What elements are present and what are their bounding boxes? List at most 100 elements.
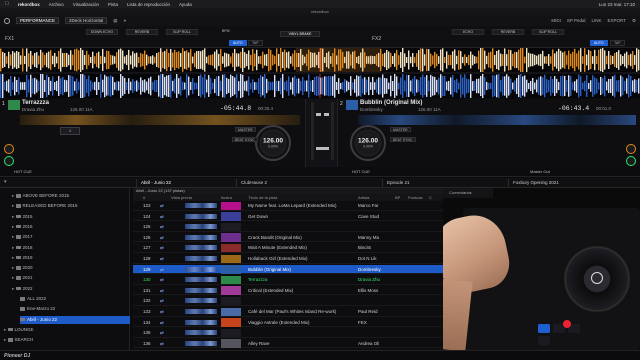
deck-b-play-button[interactable] (626, 156, 636, 166)
preview-waveform[interactable] (185, 245, 217, 251)
master-out-label[interactable]: Master Out (530, 169, 550, 174)
deck-b-sync-button[interactable]: BEAT SYNC (390, 137, 416, 142)
deck-a-jog[interactable]: 126.00 0.00% (255, 125, 291, 161)
fx2-slot-3[interactable]: SLIP ROLL (532, 29, 564, 35)
deck-b-master-button[interactable]: MASTER (390, 127, 411, 132)
expand-arrow-icon[interactable]: ▸ (12, 214, 16, 219)
preview-waveform[interactable] (185, 287, 217, 293)
settings-icon[interactable]: ⚙ (632, 17, 636, 24)
preview-waveform[interactable] (185, 213, 217, 219)
layout-selector[interactable]: 2Deck Horizontal (65, 17, 108, 24)
tree-item[interactable]: ▸ LOUNGE (4, 326, 130, 334)
expand-arrow-icon[interactable]: ▸ (12, 265, 16, 270)
deck-a-loop-length[interactable]: 4 (60, 127, 80, 135)
tree-item[interactable]: ▸ 2018 (12, 244, 130, 252)
track-row[interactable]: 134 ⇄ Viaggio Astrale (Extended Mix) FEX (133, 318, 443, 328)
track-row[interactable]: 135 ⇄ (133, 328, 443, 338)
track-row[interactable]: 129 ⇄ Bubblin (Original Mix) Dombresky (133, 264, 443, 275)
deck-a-channel-fader[interactable] (316, 113, 321, 116)
fx2-slot-2[interactable]: REVERB (492, 29, 524, 35)
tree-item[interactable]: ▸ SEARCH (4, 336, 130, 344)
expand-arrow-icon[interactable]: ▸ (4, 337, 8, 342)
fx2-tap-button[interactable]: TAP (610, 40, 625, 46)
expand-arrow-icon[interactable]: ▸ (12, 224, 16, 229)
deck-b-cue-button[interactable] (626, 144, 636, 154)
center-fx-slot[interactable]: VINYL BRAKE (280, 31, 320, 37)
track-row[interactable]: 128 ⇄ Hollaback Girl (Extended Mix) Dot N L… (133, 254, 443, 264)
preview-waveform[interactable] (185, 277, 217, 283)
tree-item[interactable]: ▸ 2020 (12, 264, 130, 272)
fx1-slot-3[interactable]: SLIP ROLL (166, 29, 198, 35)
track-row[interactable]: 126 ⇄ Crack Bandit (Original Mix) Manny Ma (133, 233, 443, 243)
track-row[interactable]: 132 ⇄ (133, 296, 443, 306)
col-rating[interactable]: Puntuac (408, 194, 423, 201)
tab-clubhause[interactable]: ClubHause 2 (236, 179, 330, 187)
preview-waveform[interactable] (185, 319, 217, 325)
deck-a-cue-button[interactable] (4, 144, 14, 154)
preview-waveform[interactable] (185, 234, 217, 240)
fx1-auto-button[interactable]: AUTO (229, 40, 247, 46)
deck-b-hotcue-label[interactable]: HOT CUE (352, 169, 370, 174)
col-preview[interactable]: Vista previa (171, 194, 192, 201)
col-artist[interactable]: Artista (358, 194, 369, 201)
fx2-slot-1[interactable]: ECHO (452, 29, 484, 35)
col-color[interactable]: C (429, 194, 432, 201)
toolbar-link[interactable]: LINK (592, 17, 602, 24)
tree-item[interactable]: ▸ RELEASED BEFORE 2015 (12, 202, 130, 210)
tree-item[interactable]: ▸ 2015 (12, 213, 130, 221)
tree-item[interactable]: ▸ 2016 (12, 223, 130, 231)
toolbar-midi[interactable]: MIDI (551, 17, 561, 24)
crossfader[interactable] (316, 147, 329, 150)
expand-arrow-icon[interactable]: ▸ (12, 275, 16, 280)
fx2-auto-button[interactable]: AUTO (590, 40, 608, 46)
preview-waveform[interactable] (185, 298, 217, 304)
preview-waveform[interactable] (185, 340, 217, 346)
fx1-slot-1[interactable]: DOWN ECHO (86, 29, 118, 35)
tree-item[interactable]: ▸ 2021 (12, 274, 130, 282)
col-artwork[interactable]: Ilustra (221, 194, 232, 201)
expand-arrow-icon[interactable]: ▸ (12, 245, 16, 250)
tab-foxbury[interactable]: Foxbury Opening 2021 (508, 179, 638, 187)
tree-item[interactable]: Ene-Marzo 22 (20, 305, 130, 313)
menu-lista[interactable]: Lista de reproducción (127, 2, 170, 7)
expand-arrow-icon[interactable]: ▸ (12, 286, 16, 291)
deck-a-sync-button[interactable]: BEAT SYNC (232, 137, 258, 142)
track-row[interactable]: 124 ⇄ Get Down Cave Stud (133, 212, 443, 222)
record-icon[interactable]: ● (124, 18, 127, 23)
browser-collapse-icon[interactable]: ▾ (4, 179, 7, 185)
menu-ayuda[interactable]: Ayuda (179, 2, 192, 7)
preview-waveform[interactable] (185, 309, 217, 314)
tree-item[interactable]: ▸ ABOVE BEFORE 2015 (12, 192, 130, 200)
apple-icon[interactable]:  (5, 1, 9, 7)
tree-item[interactable]: ▸ 2022 (12, 285, 130, 293)
tree-item[interactable]: ALL 2022 (20, 295, 130, 303)
deck-b-overview-waveform[interactable] (358, 115, 636, 125)
track-row[interactable]: 127 ⇄ Wait A Minute (Extended Mix) Biscits (133, 243, 443, 253)
preview-waveform[interactable] (185, 266, 217, 272)
deck-a-master-button[interactable]: MASTER (235, 127, 256, 132)
deck-a-overview-waveform[interactable] (20, 115, 300, 125)
preview-waveform[interactable] (185, 203, 217, 208)
toolbar-export[interactable]: EXPORT (608, 17, 626, 24)
menu-pista[interactable]: Pista (108, 2, 118, 7)
tab-abril-junio[interactable]: Abril - Junio 22 (136, 179, 236, 187)
track-row[interactable]: 133 ⇄ Café del Mar (Paul's Whites Island R… (133, 307, 443, 317)
col-bpm[interactable]: BP (395, 194, 400, 201)
expand-arrow-icon[interactable]: ▸ (12, 193, 16, 198)
deck-b-channel-fader[interactable] (324, 113, 329, 116)
expand-arrow-icon[interactable]: ▸ (12, 234, 16, 239)
track-row[interactable]: 131 ⇄ Critical (Extended Mix) Ellis Moss (133, 286, 443, 296)
tab-episode[interactable]: Episode 21 (382, 179, 476, 187)
preview-waveform[interactable] (185, 224, 217, 230)
col-title[interactable]: Título de la pista (248, 194, 277, 201)
deck-b-jog[interactable]: 126.00 0.00% (350, 125, 386, 161)
tree-item[interactable]: ▸ 2017 (12, 233, 130, 241)
expand-arrow-icon[interactable]: ▸ (12, 255, 16, 260)
tree-item[interactable]: ▸ 2019 (12, 254, 130, 262)
toolbar-sp-pedal[interactable]: SP Pedal (567, 17, 586, 24)
mode-selector[interactable]: PERFORMANCE (16, 17, 60, 24)
menu-visualizacion[interactable]: Visualización (73, 2, 99, 7)
expand-arrow-icon[interactable]: ▸ (4, 327, 8, 332)
fx1-slot-2[interactable]: REVERB (126, 29, 158, 35)
menu-archivo[interactable]: Archivo (49, 2, 64, 7)
